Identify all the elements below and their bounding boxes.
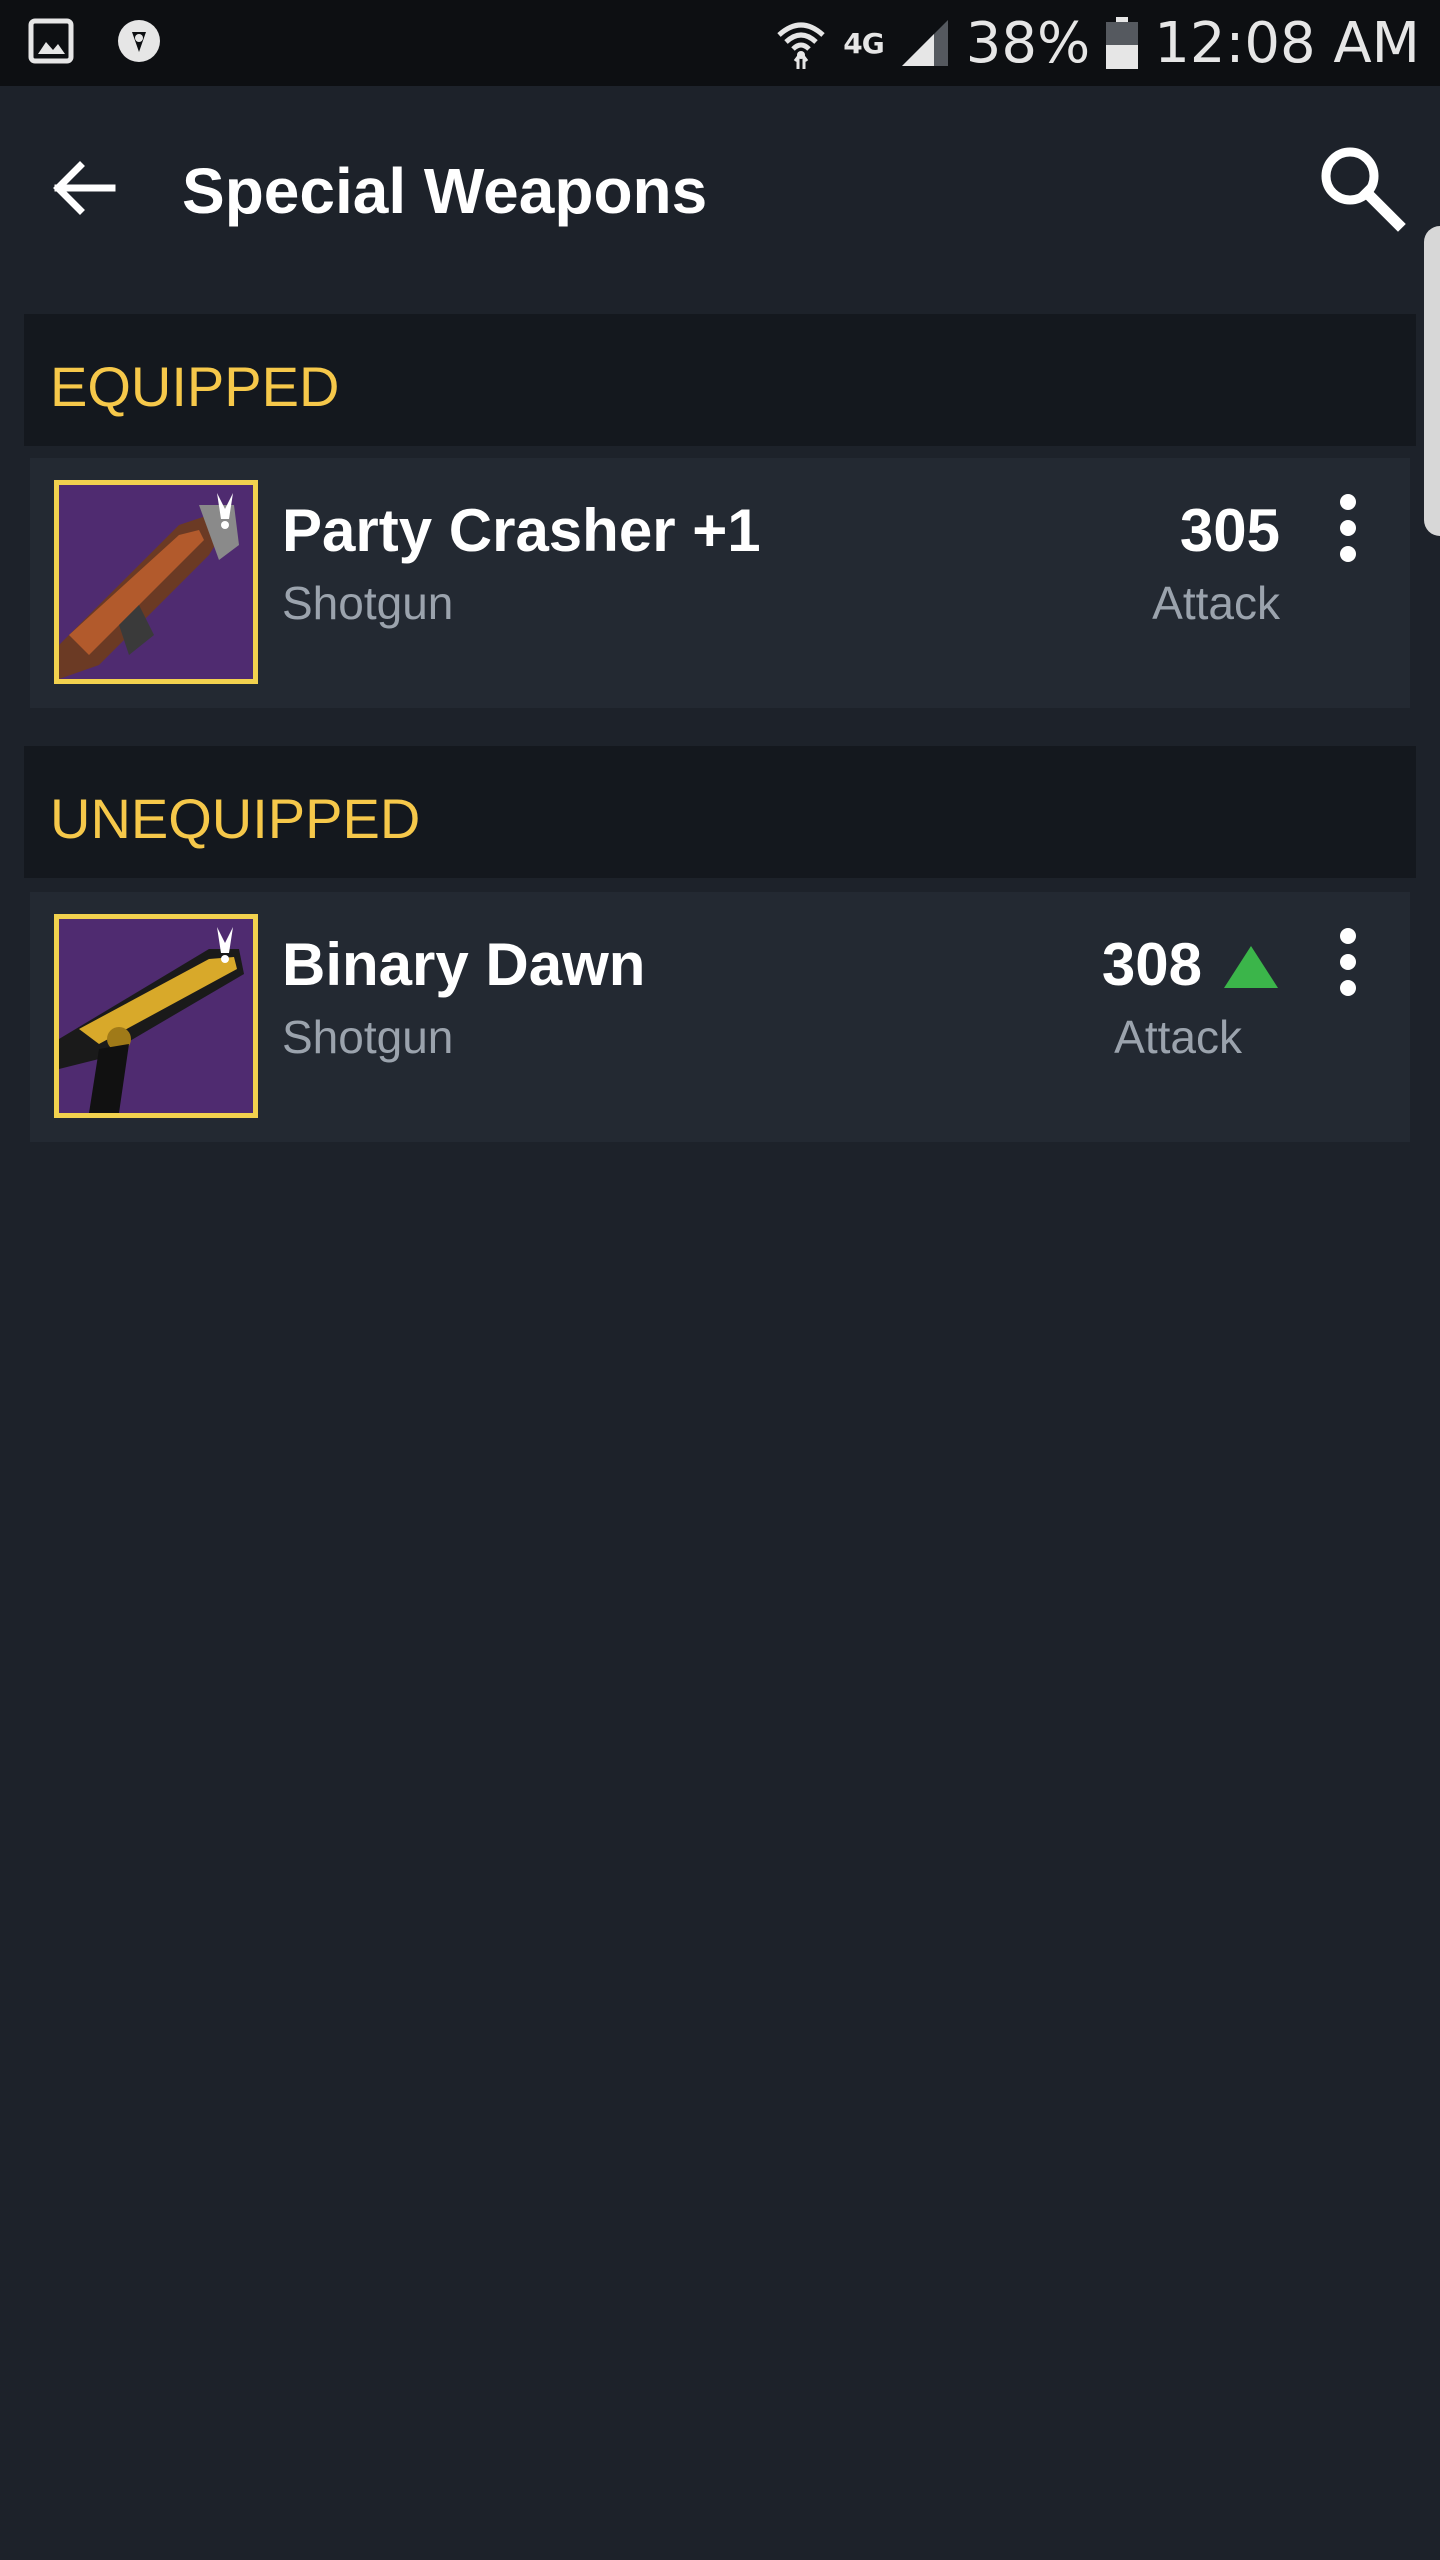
weapon-type: Shotgun <box>282 1011 454 1063</box>
weapon-row-party-crasher[interactable]: Party Crasher +1 Shotgun 305 Attack <box>30 458 1410 708</box>
battery-percent: 38% <box>965 10 1091 76</box>
weapon-row-binary-dawn[interactable]: Binary Dawn Shotgun 308 Attack <box>30 892 1410 1142</box>
status-bar: 4G 38% 12:08 AM <box>0 0 1440 86</box>
back-button[interactable] <box>42 146 126 230</box>
kebab-dot <box>1340 954 1356 970</box>
signal-icon <box>901 20 948 66</box>
section-header-unequipped: UNEQUIPPED <box>24 746 1416 878</box>
weapon-thumbnail <box>54 480 258 684</box>
kebab-dot <box>1340 494 1356 510</box>
battery-icon <box>1106 17 1139 69</box>
shotgun-image-icon <box>59 919 253 1113</box>
kebab-dot <box>1340 546 1356 562</box>
attack-label: Attack <box>1152 577 1280 629</box>
wifi-icon <box>777 22 825 69</box>
gallery-icon <box>28 18 74 64</box>
shotgun-image-icon <box>59 485 253 679</box>
page-title: Special Weapons <box>182 155 708 227</box>
weapon-thumbnail <box>54 914 258 1118</box>
app-bar: Special Weapons <box>0 86 1440 292</box>
arrow-left-icon <box>53 161 116 215</box>
more-options-button[interactable] <box>1328 928 1368 998</box>
destiny-app-icon <box>118 20 160 62</box>
attack-value: 308 <box>1101 931 1202 998</box>
weapon-name: Binary Dawn <box>282 931 646 998</box>
section-title: EQUIPPED <box>50 355 340 418</box>
search-button[interactable] <box>1310 136 1410 236</box>
scroll-handle[interactable] <box>1424 226 1440 536</box>
search-icon <box>1321 147 1406 232</box>
attack-label: Attack <box>1114 1011 1242 1063</box>
attack-value: 305 <box>1179 497 1280 564</box>
weapon-type: Shotgun <box>282 577 454 629</box>
kebab-dot <box>1340 520 1356 536</box>
more-options-button[interactable] <box>1328 494 1368 564</box>
section-header-equipped: EQUIPPED <box>24 314 1416 446</box>
kebab-dot <box>1340 980 1356 996</box>
section-title: UNEQUIPPED <box>50 787 421 850</box>
clock: 12:08 AM <box>1154 10 1420 76</box>
network-type: 4G <box>843 26 884 60</box>
upgrade-arrow-icon <box>1224 946 1278 988</box>
weapon-name: Party Crasher +1 <box>282 497 761 564</box>
kebab-dot <box>1340 928 1356 944</box>
